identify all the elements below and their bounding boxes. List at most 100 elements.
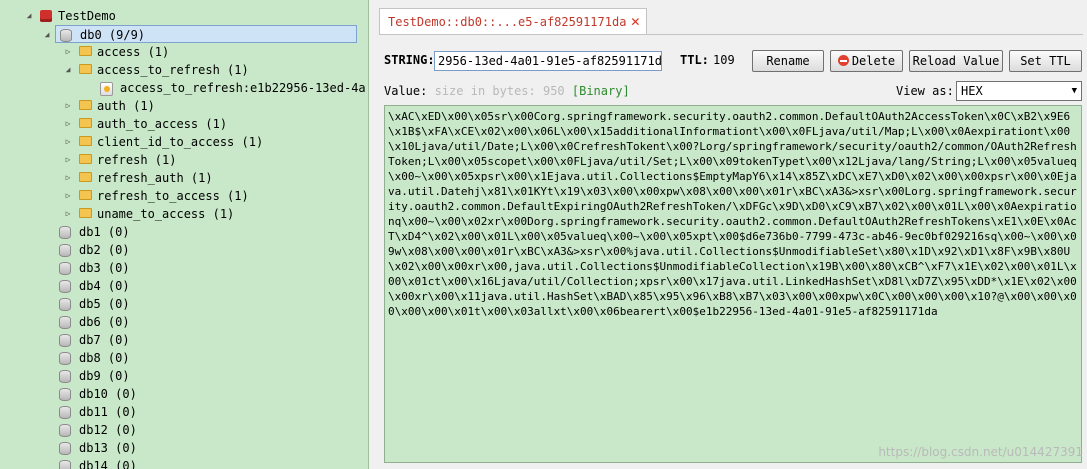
- database-label: db4 (0): [79, 279, 130, 293]
- database-label: db14 (0): [79, 459, 137, 469]
- collapse-arrow-icon[interactable]: ◢: [24, 7, 34, 25]
- database-icon: [59, 352, 71, 365]
- delete-button-label: Delete: [851, 54, 896, 68]
- namespace-label: refresh_to_access (1): [97, 189, 249, 203]
- expand-arrow-icon[interactable]: ▷: [63, 115, 73, 133]
- tree-node-namespace[interactable]: ▷ auth_to_access (1): [0, 115, 368, 133]
- tree-node-database[interactable]: db12 (0): [0, 421, 368, 439]
- database-label: db13 (0): [79, 441, 137, 455]
- key-name-input[interactable]: 2956-13ed-4a01-91e5-af82591171da: [434, 51, 662, 71]
- tree-node-database[interactable]: db4 (0): [0, 277, 368, 295]
- key-editor: STRING: 2956-13ed-4a01-91e5-af82591171da…: [379, 34, 1083, 467]
- folder-icon: [79, 208, 92, 218]
- folder-icon: [79, 118, 92, 128]
- database-label: db3 (0): [79, 261, 130, 275]
- tree-node-namespace[interactable]: ▷ uname_to_access (1): [0, 205, 368, 223]
- watermark: https://blog.csdn.net/u014427391: [878, 445, 1083, 459]
- tree-node-namespace[interactable]: ▷ access (1): [0, 43, 368, 61]
- database-icon: [59, 424, 71, 437]
- database-label: db2 (0): [79, 243, 130, 257]
- database-icon: [59, 442, 71, 455]
- view-as-select[interactable]: HEX ▼: [956, 81, 1082, 101]
- tree-node-database[interactable]: db9 (0): [0, 367, 368, 385]
- collapse-arrow-icon[interactable]: ◢: [63, 61, 73, 79]
- expand-arrow-icon[interactable]: ▷: [63, 133, 73, 151]
- tree-node-database[interactable]: db8 (0): [0, 349, 368, 367]
- value-size: size in bytes: 950: [434, 84, 565, 98]
- expand-arrow-icon[interactable]: ▷: [63, 169, 73, 187]
- database-icon: [59, 334, 71, 347]
- namespace-label: access_to_refresh (1): [97, 63, 249, 77]
- tree-node-key[interactable]: access_to_refresh:e1b22956-13ed-4a: [0, 79, 368, 97]
- database-label: db10 (0): [79, 387, 137, 401]
- database-icon: [59, 262, 71, 275]
- database-label: db8 (0): [79, 351, 130, 365]
- tree-node-server[interactable]: ◢ TestDemo: [0, 7, 368, 25]
- database-label: db1 (0): [79, 225, 130, 239]
- expand-arrow-icon[interactable]: ▷: [63, 187, 73, 205]
- database-icon: [60, 29, 72, 42]
- folder-icon: [79, 154, 92, 164]
- value-info: Value: size in bytes: 950 [Binary]: [384, 82, 630, 100]
- view-as-selected: HEX: [961, 84, 983, 98]
- value-textarea[interactable]: \xAC\xED\x00\x05sr\x00Corg.springframewo…: [384, 105, 1082, 463]
- database-icon: [59, 226, 71, 239]
- namespace-label: refresh (1): [97, 153, 177, 167]
- folder-icon: [79, 172, 92, 182]
- tab-key-viewer[interactable]: TestDemo::db0::...e5-af82591171da ✕: [379, 8, 648, 35]
- value-label: Value:: [384, 84, 428, 98]
- tree-node-database[interactable]: db7 (0): [0, 331, 368, 349]
- tree-node-namespace[interactable]: ▷ refresh (1): [0, 151, 368, 169]
- set-ttl-button[interactable]: Set TTL: [1009, 50, 1082, 72]
- collapse-arrow-icon[interactable]: ◢: [42, 26, 52, 44]
- database-icon: [59, 298, 71, 311]
- tree-node-database[interactable]: db2 (0): [0, 241, 368, 259]
- key-type-label: STRING:: [384, 53, 435, 67]
- tree-node-namespace[interactable]: ▷ refresh_auth (1): [0, 169, 368, 187]
- expand-arrow-icon[interactable]: ▷: [63, 43, 73, 61]
- close-icon[interactable]: ✕: [630, 15, 640, 29]
- redis-server-icon: [40, 10, 52, 22]
- reload-value-button[interactable]: Reload Value: [909, 50, 1003, 72]
- database-label: db6 (0): [79, 315, 130, 329]
- tree-node-database[interactable]: db14 (0): [0, 457, 368, 469]
- rename-button[interactable]: Rename: [752, 50, 824, 72]
- ttl-value: 109: [713, 53, 735, 67]
- tree-node-database[interactable]: db6 (0): [0, 313, 368, 331]
- tree-node-namespace[interactable]: ▷ auth (1): [0, 97, 368, 115]
- tree-node-database[interactable]: db10 (0): [0, 385, 368, 403]
- server-label: TestDemo: [58, 9, 116, 23]
- database-icon: [59, 280, 71, 293]
- tree-node-namespace[interactable]: ◢ access_to_refresh (1): [0, 61, 368, 79]
- tree-node-namespace[interactable]: ▷ refresh_to_access (1): [0, 187, 368, 205]
- tree-node-db0[interactable]: ◢ db0 (9/9): [45, 25, 357, 43]
- folder-icon: [79, 46, 92, 56]
- tree-node-namespace[interactable]: ▷ client_id_to_access (1): [0, 133, 368, 151]
- database-icon: [59, 244, 71, 257]
- connection-tree: ◢ TestDemo ◢ db0 (9/9) ▷ access (1) ◢ acces…: [0, 0, 369, 469]
- tree-node-database[interactable]: db11 (0): [0, 403, 368, 421]
- tree-node-database[interactable]: db5 (0): [0, 295, 368, 313]
- expand-arrow-icon[interactable]: ▷: [63, 97, 73, 115]
- folder-icon: [79, 64, 92, 74]
- tree-node-database[interactable]: db1 (0): [0, 223, 368, 241]
- database-icon: [59, 460, 71, 469]
- tree-node-database[interactable]: db13 (0): [0, 439, 368, 457]
- database-label: db7 (0): [79, 333, 130, 347]
- folder-icon: [79, 100, 92, 110]
- database-label: db11 (0): [79, 405, 137, 419]
- folder-icon: [79, 136, 92, 146]
- database-label: db5 (0): [79, 297, 130, 311]
- dropdown-arrow-icon: ▼: [1071, 86, 1077, 96]
- expand-arrow-icon[interactable]: ▷: [63, 205, 73, 223]
- delete-icon: [837, 55, 849, 66]
- database-icon: [59, 370, 71, 383]
- namespace-label: auth_to_access (1): [97, 117, 228, 131]
- delete-button[interactable]: Delete: [830, 50, 903, 72]
- tree-node-database[interactable]: db3 (0): [0, 259, 368, 277]
- expand-arrow-icon[interactable]: ▷: [63, 151, 73, 169]
- database-label: db12 (0): [79, 423, 137, 437]
- binary-tag: [Binary]: [571, 84, 630, 98]
- key-label: access_to_refresh:e1b22956-13ed-4a: [120, 81, 366, 95]
- db0-label: db0 (9/9): [80, 28, 146, 42]
